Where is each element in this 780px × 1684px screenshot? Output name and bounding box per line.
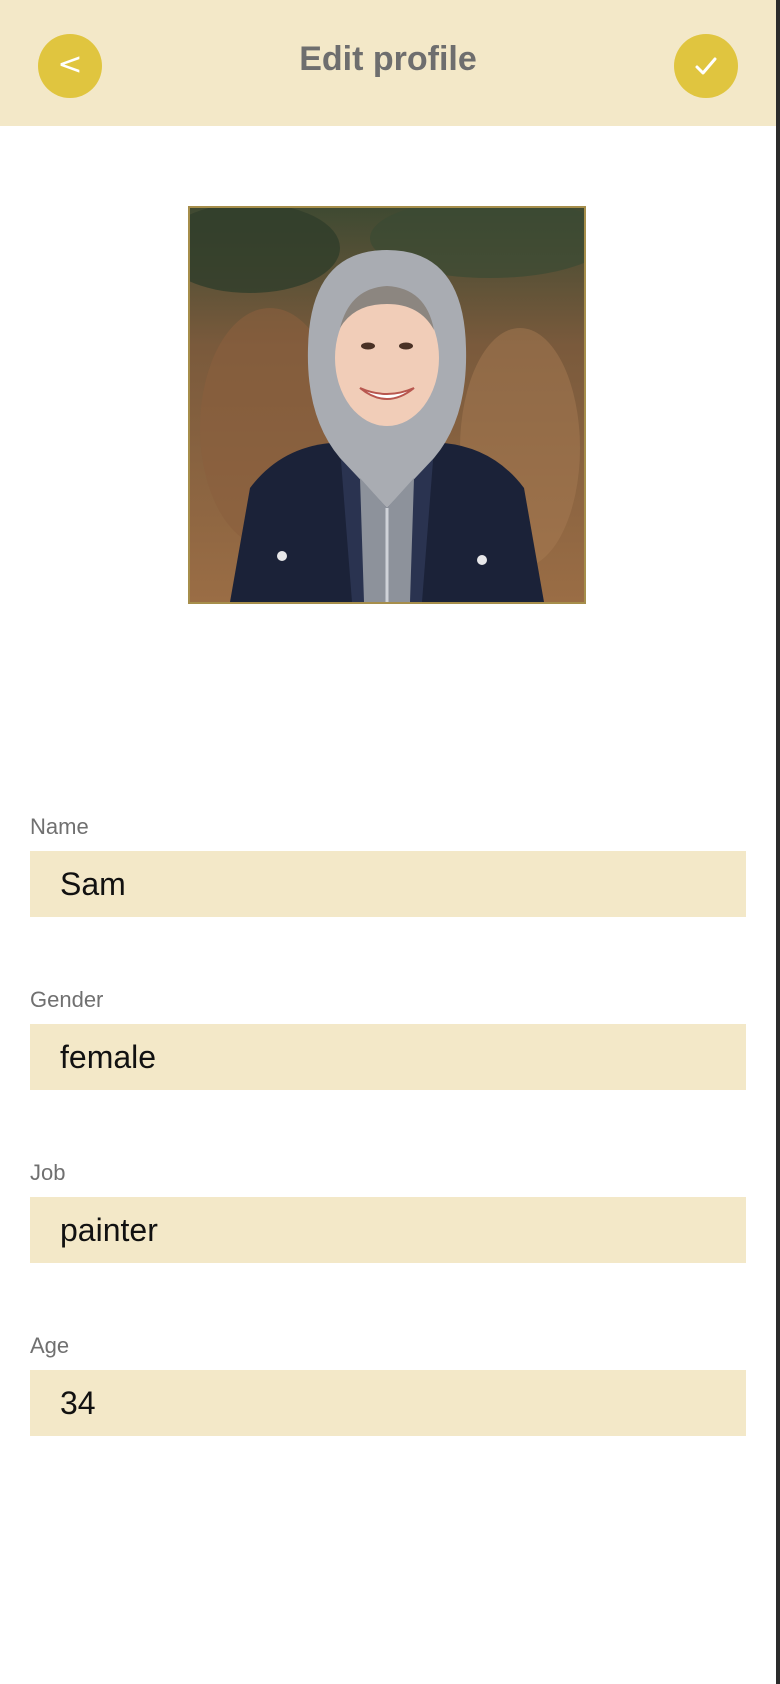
confirm-button[interactable]: [674, 34, 738, 98]
gender-label: Gender: [30, 987, 104, 1012]
profile-photo[interactable]: [188, 206, 586, 604]
name-input[interactable]: Sam: [30, 851, 746, 917]
gender-input[interactable]: female: [30, 1024, 746, 1090]
profile-photo-image: [190, 208, 584, 602]
page-title: Edit profile: [299, 40, 477, 78]
job-input[interactable]: painter: [30, 1197, 746, 1263]
name-label: Name: [30, 814, 89, 839]
app-header: < Edit profile: [0, 0, 776, 126]
job-label: Job: [30, 1160, 66, 1185]
screen-edge: [776, 0, 780, 1684]
age-label: Age: [30, 1333, 70, 1358]
age-input[interactable]: 34: [30, 1370, 746, 1436]
checkmark-icon: [695, 57, 717, 75]
